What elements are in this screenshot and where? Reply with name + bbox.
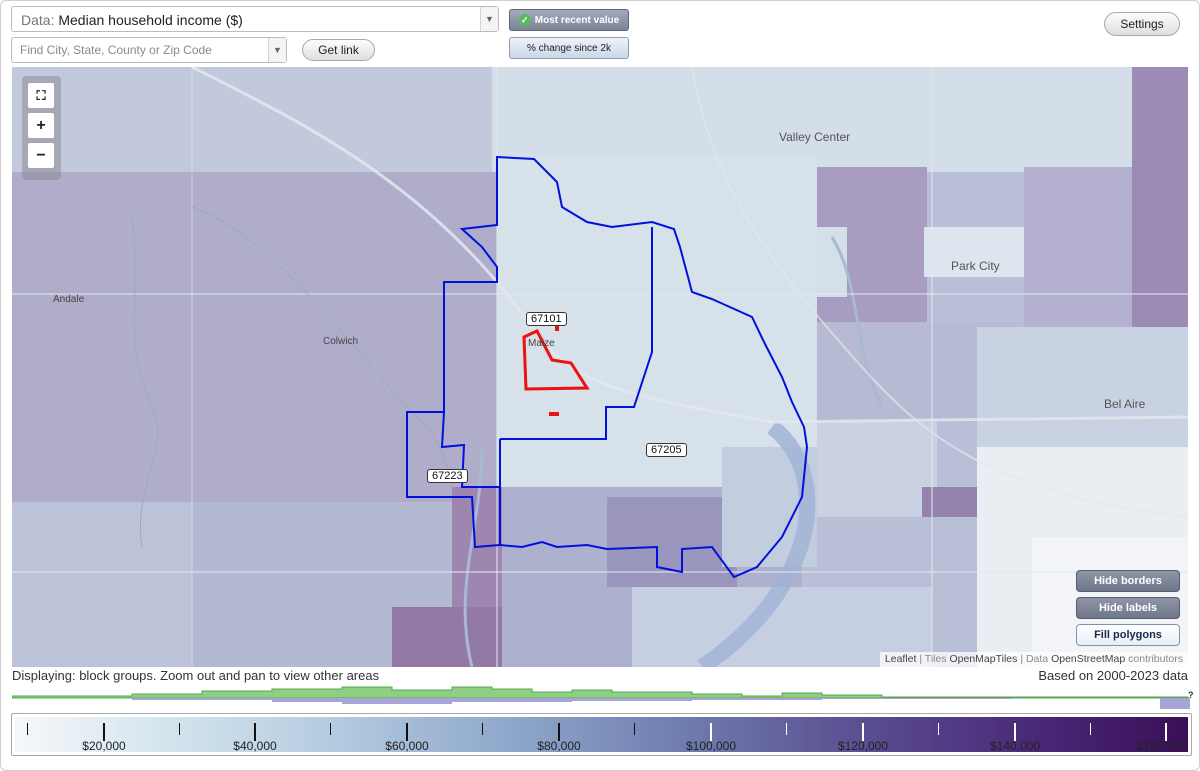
data-select-text: Data: Median household income ($) bbox=[21, 12, 243, 28]
search-input[interactable] bbox=[12, 38, 267, 62]
get-link-button[interactable]: Get link bbox=[302, 39, 375, 61]
map-attribution: Leaflet | Tiles OpenMapTiles | Data Open… bbox=[879, 652, 1188, 667]
legend-tick bbox=[1090, 723, 1091, 735]
legend-tick bbox=[27, 723, 28, 735]
legend-tick bbox=[786, 723, 787, 735]
data-years-status: Based on 2000-2023 data bbox=[1038, 668, 1188, 683]
settings-button[interactable]: Settings bbox=[1104, 12, 1180, 36]
openmaptiles-link[interactable]: OpenMapTiles bbox=[950, 653, 1018, 665]
hide-labels-button[interactable]: Hide labels bbox=[1076, 597, 1180, 619]
check-icon: ✓ bbox=[518, 14, 531, 26]
map-canvas bbox=[12, 67, 1188, 667]
place-label-valley-center: Valley Center bbox=[779, 130, 851, 144]
place-label-colwich: Colwich bbox=[323, 336, 359, 347]
zip-label-67205[interactable]: 67205 bbox=[646, 443, 687, 457]
location-search[interactable]: ▼ bbox=[11, 37, 287, 63]
fullscreen-icon[interactable]: ⛶ bbox=[28, 83, 54, 108]
place-label-park-city: Park City bbox=[951, 259, 1000, 273]
legend-tick bbox=[634, 723, 635, 735]
displaying-status: Displaying: block groups. Zoom out and p… bbox=[12, 668, 380, 683]
most-recent-value-button[interactable]: ✓ Most recent value bbox=[509, 9, 629, 31]
legend-label: $160,000 bbox=[1135, 739, 1186, 753]
fill-polygons-button[interactable]: Fill polygons bbox=[1076, 624, 1180, 646]
legend-tick bbox=[938, 723, 939, 735]
legend-label: $120,000 bbox=[837, 739, 889, 753]
legend-gradient: $20,000 $40,000 $60,000 $80,000 $100,000… bbox=[15, 717, 1188, 753]
zoom-out-button[interactable]: − bbox=[28, 143, 54, 168]
legend-label: $20,000 bbox=[82, 739, 126, 753]
place-label-maize: Maize bbox=[528, 338, 555, 349]
chevron-down-icon[interactable]: ▼ bbox=[268, 38, 286, 62]
chevron-down-icon[interactable]: ▼ bbox=[480, 7, 498, 31]
choropleth-map[interactable]: ⛶ + − Valley Center Park City Andale Col… bbox=[12, 67, 1188, 667]
zoom-in-button[interactable]: + bbox=[28, 113, 54, 138]
zoom-controls: ⛶ + − bbox=[22, 76, 61, 180]
hide-borders-button[interactable]: Hide borders bbox=[1076, 570, 1180, 592]
value-histogram bbox=[12, 686, 1190, 709]
percent-change-button[interactable]: % change since 2k bbox=[509, 37, 629, 59]
data-select[interactable]: Data: Median household income ($) ▼ bbox=[11, 6, 499, 32]
zip-label-67223[interactable]: 67223 bbox=[427, 469, 468, 483]
leaflet-link[interactable]: Leaflet bbox=[885, 653, 917, 665]
unknown-value-marker: ? bbox=[1188, 690, 1194, 700]
legend-label: $100,000 bbox=[685, 739, 737, 753]
most-recent-value-label: Most recent value bbox=[534, 14, 620, 26]
legend-tick bbox=[330, 723, 331, 735]
zip-label-67101[interactable]: 67101 bbox=[526, 312, 567, 326]
legend-label: $60,000 bbox=[385, 739, 429, 753]
place-label-andale: Andale bbox=[53, 294, 85, 305]
place-label-bel-aire: Bel Aire bbox=[1104, 397, 1146, 411]
legend-label: $80,000 bbox=[537, 739, 581, 753]
color-legend: $20,000 $40,000 $60,000 $80,000 $100,000… bbox=[11, 713, 1192, 756]
legend-tick bbox=[482, 723, 483, 735]
openstreetmap-link[interactable]: OpenStreetMap bbox=[1051, 653, 1125, 665]
legend-label: $40,000 bbox=[233, 739, 277, 753]
legend-tick bbox=[179, 723, 180, 735]
legend-label: $140,000 bbox=[989, 739, 1041, 753]
